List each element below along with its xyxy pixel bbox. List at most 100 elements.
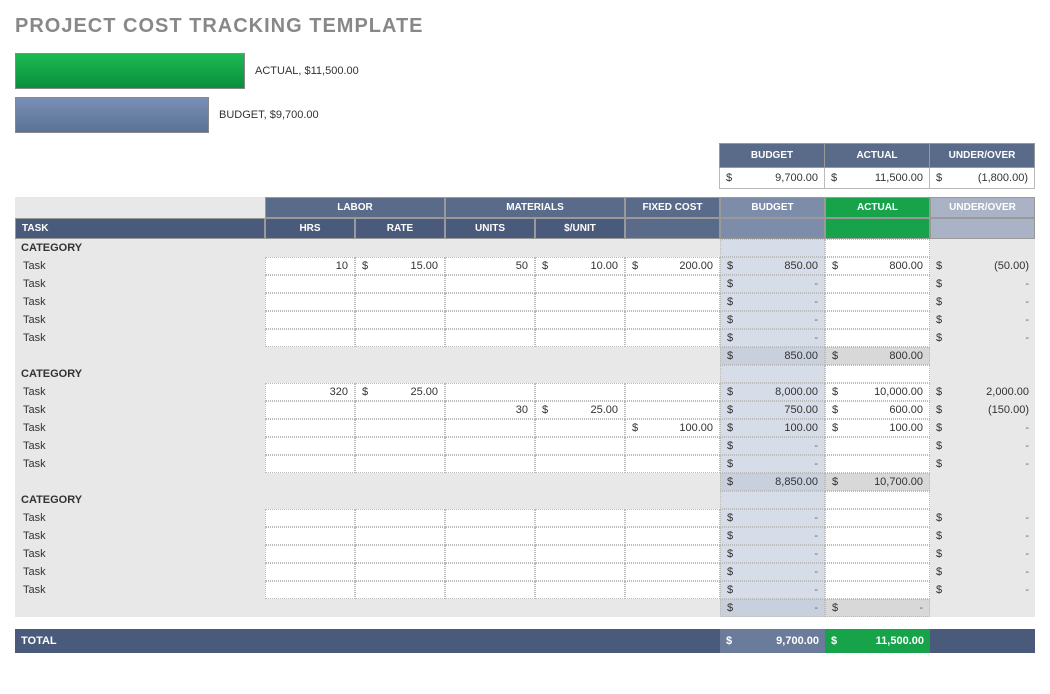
units-input[interactable]: 50 (445, 257, 535, 275)
units-input[interactable] (445, 275, 535, 293)
rate-input[interactable] (355, 581, 445, 599)
fixed-input[interactable] (625, 401, 720, 419)
rate-input[interactable] (355, 527, 445, 545)
fixed-input[interactable] (625, 545, 720, 563)
units-input[interactable] (445, 329, 535, 347)
fixed-input[interactable] (625, 293, 720, 311)
fixed-input[interactable] (625, 563, 720, 581)
actual-input[interactable] (825, 527, 930, 545)
actual-input[interactable]: $800.00 (825, 257, 930, 275)
units-input[interactable] (445, 509, 535, 527)
rate-input[interactable] (355, 563, 445, 581)
rate-input[interactable] (355, 401, 445, 419)
rate-input[interactable] (355, 509, 445, 527)
per-input[interactable] (535, 563, 625, 581)
per-input[interactable] (535, 311, 625, 329)
rate-input[interactable]: $25.00 (355, 383, 445, 401)
fixed-input[interactable] (625, 509, 720, 527)
per-input[interactable] (535, 293, 625, 311)
hrs-input[interactable]: 10 (265, 257, 355, 275)
actual-input[interactable] (825, 563, 930, 581)
hrs-input[interactable]: 320 (265, 383, 355, 401)
rate-input[interactable] (355, 293, 445, 311)
units-input[interactable]: 30 (445, 401, 535, 419)
rate-input[interactable] (355, 329, 445, 347)
rate-input[interactable]: $15.00 (355, 257, 445, 275)
actual-input[interactable]: $600.00 (825, 401, 930, 419)
hrs-input[interactable] (265, 275, 355, 293)
units-input[interactable] (445, 563, 535, 581)
hrs-input[interactable] (265, 581, 355, 599)
task-row: Task320$25.00$8,000.00$10,000.00$2,000.0… (15, 383, 1035, 401)
units-input[interactable] (445, 545, 535, 563)
units-input[interactable] (445, 437, 535, 455)
actual-input[interactable] (825, 293, 930, 311)
fixed-input[interactable] (625, 455, 720, 473)
fixed-input[interactable] (625, 311, 720, 329)
per-input[interactable] (535, 455, 625, 473)
hrs-input[interactable] (265, 527, 355, 545)
actual-input[interactable] (825, 329, 930, 347)
under-cell: $- (930, 329, 1035, 347)
actual-input[interactable] (825, 509, 930, 527)
hrs-input[interactable] (265, 401, 355, 419)
actual-input[interactable] (825, 311, 930, 329)
actual-input[interactable] (825, 275, 930, 293)
subtotal-actual[interactable]: $800.00 (825, 347, 930, 365)
subtotal-actual[interactable]: $- (825, 599, 930, 617)
rate-input[interactable] (355, 419, 445, 437)
per-input[interactable] (535, 437, 625, 455)
units-input[interactable] (445, 311, 535, 329)
hrs-input[interactable] (265, 455, 355, 473)
hrs-input[interactable] (265, 419, 355, 437)
actual-input[interactable]: $10,000.00 (825, 383, 930, 401)
fixed-input[interactable] (625, 437, 720, 455)
header-rate: RATE (355, 218, 445, 239)
hrs-input[interactable] (265, 545, 355, 563)
rate-input[interactable] (355, 437, 445, 455)
rate-input[interactable] (355, 275, 445, 293)
rate-input[interactable] (355, 545, 445, 563)
units-input[interactable] (445, 581, 535, 599)
per-input[interactable]: $10.00 (535, 257, 625, 275)
actual-input[interactable]: $100.00 (825, 419, 930, 437)
fixed-input[interactable] (625, 527, 720, 545)
units-input[interactable] (445, 419, 535, 437)
fixed-input[interactable]: $200.00 (625, 257, 720, 275)
hrs-input[interactable] (265, 329, 355, 347)
hrs-input[interactable] (265, 293, 355, 311)
per-input[interactable]: $25.00 (535, 401, 625, 419)
actual-input[interactable] (825, 437, 930, 455)
per-input[interactable] (535, 509, 625, 527)
summary-chart: ACTUAL, $11,500.00 BUDGET, $9,700.00 (15, 53, 1035, 133)
fixed-input[interactable] (625, 275, 720, 293)
actual-input[interactable] (825, 581, 930, 599)
units-input[interactable] (445, 527, 535, 545)
rate-input[interactable] (355, 455, 445, 473)
units-input[interactable] (445, 455, 535, 473)
task-name: Task (15, 545, 265, 563)
subtotal-actual[interactable]: $10,700.00 (825, 473, 930, 491)
units-input[interactable] (445, 293, 535, 311)
hrs-input[interactable] (265, 311, 355, 329)
fixed-input[interactable] (625, 383, 720, 401)
per-input[interactable] (535, 545, 625, 563)
rate-input[interactable] (355, 311, 445, 329)
per-input[interactable] (535, 581, 625, 599)
hrs-input[interactable] (265, 437, 355, 455)
actual-input[interactable] (825, 455, 930, 473)
hrs-input[interactable] (265, 563, 355, 581)
header-under: UNDER/OVER (930, 197, 1035, 218)
units-input[interactable] (445, 383, 535, 401)
hrs-input[interactable] (265, 509, 355, 527)
fixed-input[interactable] (625, 581, 720, 599)
per-input[interactable] (535, 419, 625, 437)
actual-input[interactable] (825, 545, 930, 563)
per-input[interactable] (535, 275, 625, 293)
per-input[interactable] (535, 329, 625, 347)
fixed-input[interactable]: $100.00 (625, 419, 720, 437)
per-input[interactable] (535, 383, 625, 401)
per-input[interactable] (535, 527, 625, 545)
fixed-input[interactable] (625, 329, 720, 347)
task-row: Task$-$- (15, 581, 1035, 599)
